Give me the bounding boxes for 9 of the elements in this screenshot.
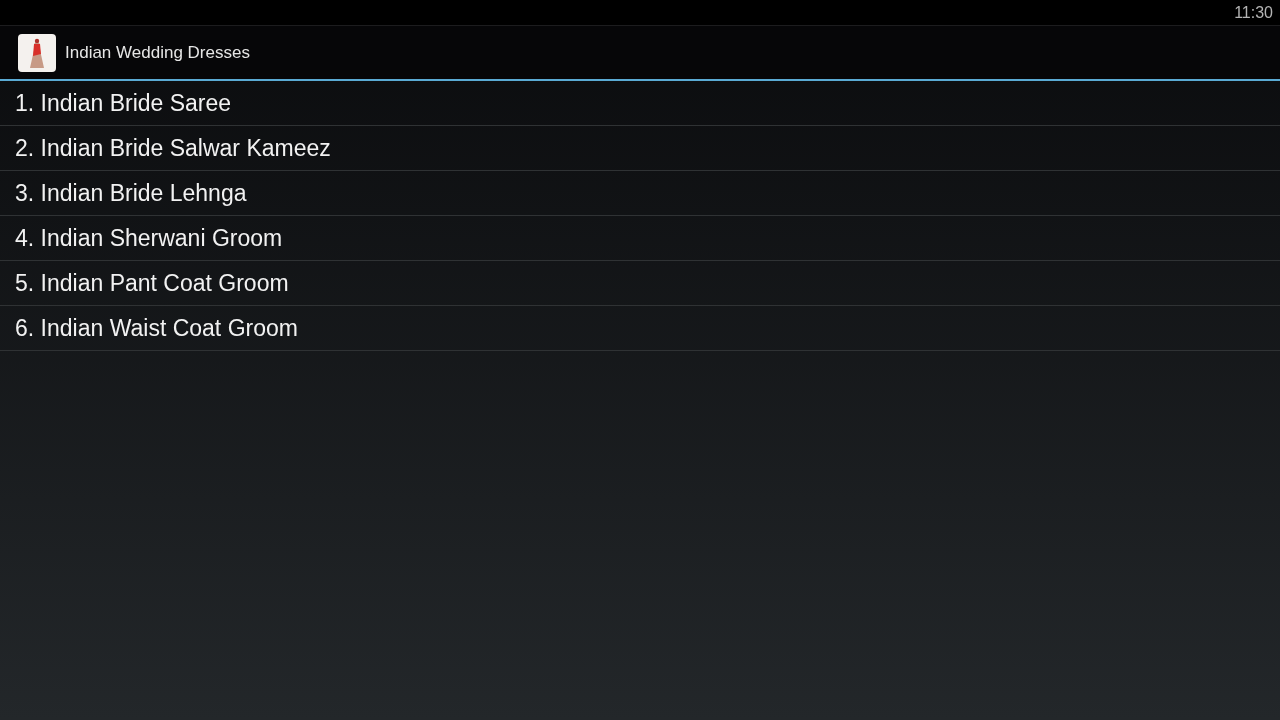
list-item[interactable]: 2. Indian Bride Salwar Kameez <box>0 126 1280 171</box>
clock-time: 11:30 <box>1234 4 1273 21</box>
list-item[interactable]: 6. Indian Waist Coat Groom <box>0 306 1280 351</box>
list-item[interactable]: 1. Indian Bride Saree <box>0 81 1280 126</box>
app-title: Indian Wedding Dresses <box>65 44 250 61</box>
list-item[interactable]: 3. Indian Bride Lehnga <box>0 171 1280 216</box>
list-item[interactable]: 5. Indian Pant Coat Groom <box>0 261 1280 306</box>
list-item[interactable]: 4. Indian Sherwani Groom <box>0 216 1280 261</box>
dress-icon[interactable] <box>18 33 56 72</box>
